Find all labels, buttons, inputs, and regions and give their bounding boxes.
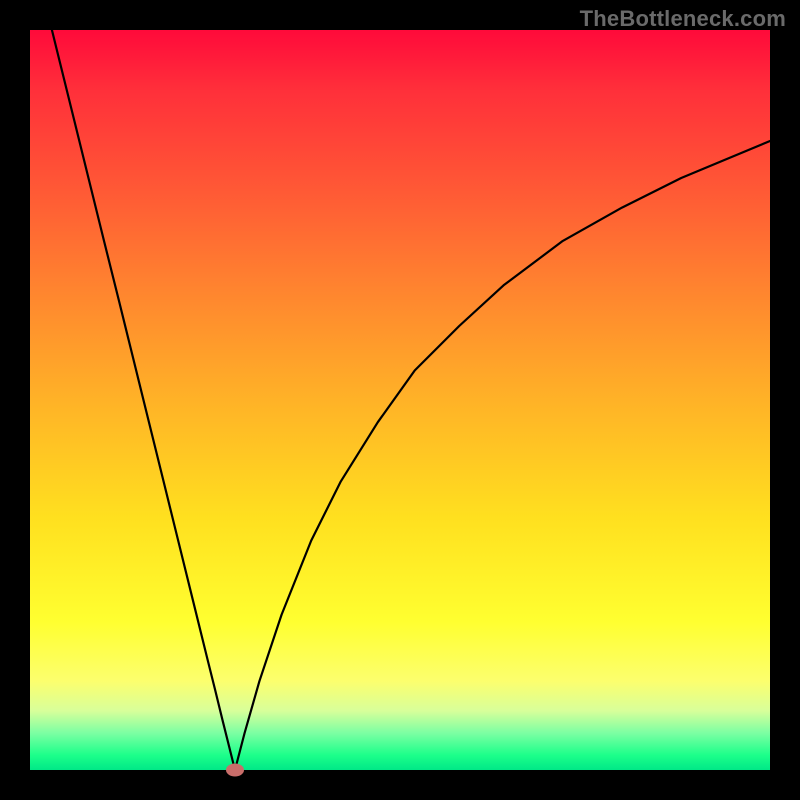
watermark-text: TheBottleneck.com [580,6,786,32]
bottleneck-curve [30,30,770,770]
plot-area [30,30,770,770]
chart-frame: TheBottleneck.com [0,0,800,800]
optimum-marker [226,764,244,777]
